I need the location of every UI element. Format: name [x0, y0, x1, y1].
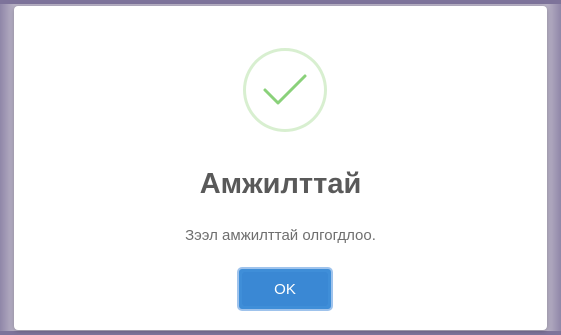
- dialog-title: Амжилттай: [199, 168, 362, 200]
- success-dialog: Амжилттай Зээл амжилттай олгогдлоо. OK: [14, 6, 547, 330]
- success-check-icon: [243, 48, 327, 132]
- dialog-message: Зээл амжилттай олгогдлоо.: [185, 227, 376, 244]
- checkmark-icon: [263, 74, 307, 105]
- ok-button[interactable]: OK: [237, 267, 333, 311]
- ok-button-label: OK: [274, 280, 296, 298]
